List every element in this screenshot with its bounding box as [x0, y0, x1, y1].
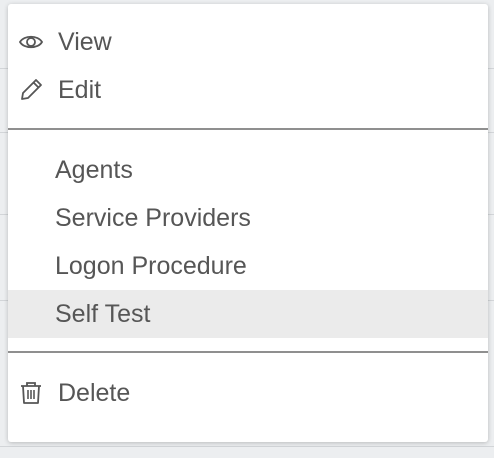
menu-item-agents[interactable]: Agents	[8, 147, 488, 193]
menu-item-view[interactable]: View	[8, 19, 488, 65]
pencil-icon	[18, 77, 44, 103]
menu-item-label: Service Providers	[55, 203, 251, 232]
menu-item-label: Logon Procedure	[55, 251, 247, 280]
context-menu: View Edit Agents Service Providers Logon…	[8, 4, 488, 442]
menu-item-logon-procedure[interactable]: Logon Procedure	[8, 243, 488, 289]
menu-item-delete[interactable]: Delete	[8, 370, 488, 416]
menu-item-edit[interactable]: Edit	[8, 67, 488, 113]
menu-item-service-providers[interactable]: Service Providers	[8, 195, 488, 241]
menu-item-label: Edit	[58, 75, 102, 104]
background-row-divider	[0, 446, 494, 447]
menu-item-label: Delete	[58, 378, 131, 407]
menu-divider	[8, 128, 488, 130]
trash-icon	[18, 380, 44, 406]
menu-divider	[8, 351, 488, 353]
menu-item-self-test[interactable]: Self Test	[8, 290, 488, 338]
menu-item-label: View	[58, 27, 112, 56]
menu-item-label: Agents	[55, 155, 133, 184]
menu-item-label: Self Test	[55, 299, 151, 328]
eye-icon	[18, 29, 44, 55]
